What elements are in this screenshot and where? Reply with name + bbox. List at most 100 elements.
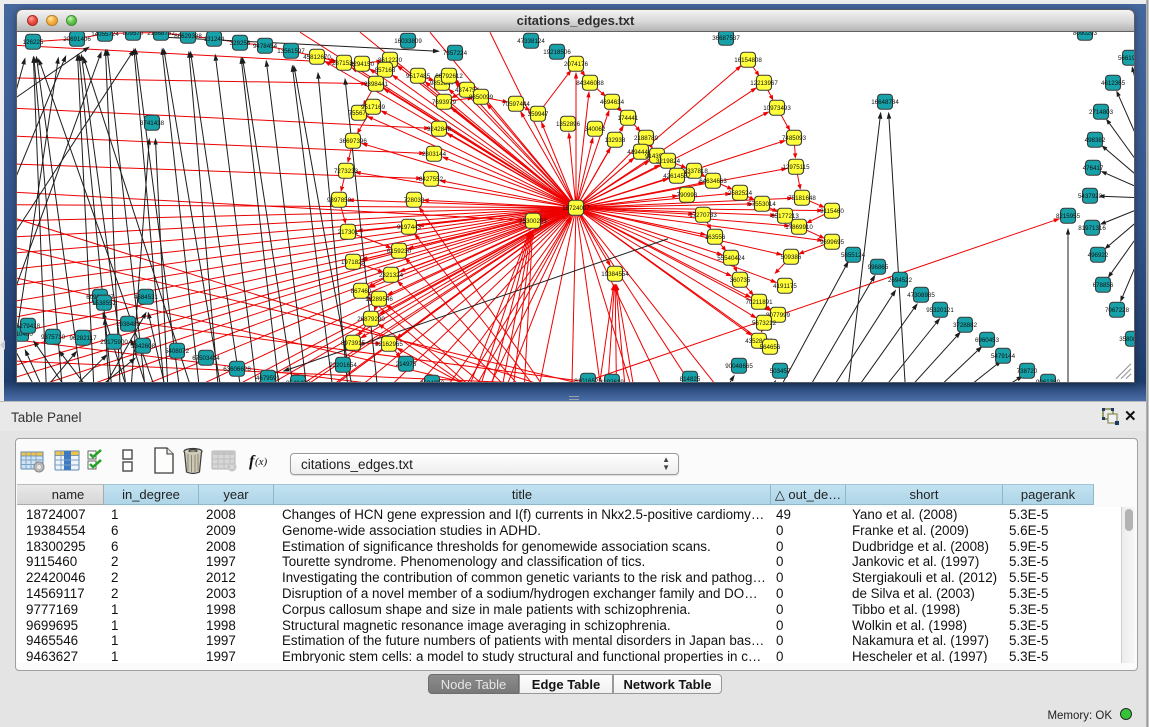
svg-text:6159230: 6159230 — [387, 247, 412, 254]
svg-text:8215955: 8215955 — [1056, 212, 1081, 219]
svg-text:9242848: 9242848 — [427, 125, 452, 132]
svg-text:21668732: 21668732 — [147, 32, 175, 37]
svg-text:5661907: 5661907 — [1118, 54, 1134, 61]
svg-text:340062: 340062 — [585, 125, 606, 132]
svg-text:7485093: 7485093 — [782, 134, 807, 141]
svg-text:9398441: 9398441 — [364, 80, 389, 87]
svg-text:55540424: 55540424 — [717, 254, 745, 261]
svg-text:2188789: 2188789 — [634, 134, 659, 141]
svg-text:131244: 131244 — [204, 35, 225, 42]
svg-text:3219824: 3219824 — [656, 157, 681, 164]
svg-text:678856: 678856 — [1093, 281, 1114, 288]
svg-text:5855124: 5855124 — [841, 251, 866, 258]
svg-text:4684531: 4684531 — [134, 293, 159, 300]
svg-text:329258: 329258 — [230, 39, 251, 46]
svg-text:42614537: 42614537 — [663, 172, 691, 179]
svg-text:9517485: 9517485 — [406, 72, 431, 79]
svg-text:3741438: 3741438 — [140, 119, 165, 126]
svg-text:9517169: 9517169 — [361, 103, 386, 110]
svg-text:1938483: 1938483 — [116, 320, 141, 327]
svg-text:564656: 564656 — [760, 343, 781, 350]
svg-text:9478454: 9478454 — [253, 42, 278, 49]
svg-text:12213967: 12213967 — [750, 79, 778, 86]
svg-text:9375710: 9375710 — [41, 333, 66, 340]
svg-text:5437923: 5437923 — [1078, 192, 1103, 199]
svg-text:32162965: 32162965 — [375, 340, 403, 347]
svg-text:9115460: 9115460 — [820, 207, 844, 214]
svg-text:25300203: 25300203 — [519, 217, 547, 224]
svg-text:2321324: 2321324 — [379, 271, 404, 278]
svg-text:4679591: 4679591 — [256, 374, 281, 381]
svg-text:360735: 360735 — [730, 276, 751, 283]
svg-text:1192619: 1192619 — [600, 378, 624, 382]
svg-text:217301: 217301 — [338, 228, 359, 235]
svg-text:4191175: 4191175 — [773, 282, 797, 289]
svg-text:126225: 126225 — [23, 38, 44, 45]
svg-text:132938: 132938 — [605, 136, 626, 143]
svg-text:2803144: 2803144 — [422, 150, 447, 157]
svg-text:996865: 996865 — [868, 263, 889, 270]
svg-text:70211891: 70211891 — [745, 298, 773, 305]
svg-text:476417: 476417 — [1083, 164, 1104, 171]
svg-text:81971316: 81971316 — [1078, 224, 1106, 231]
svg-text:496922: 496922 — [1088, 251, 1109, 258]
svg-text:64634663: 64634663 — [699, 177, 727, 184]
svg-text:9961380: 9961380 — [1036, 378, 1061, 382]
svg-text:67503414: 67503414 — [192, 354, 220, 361]
svg-text:174441: 174441 — [618, 114, 639, 121]
svg-text:8427552: 8427552 — [419, 175, 444, 182]
svg-text:17869910: 17869910 — [785, 223, 813, 230]
svg-text:6279418: 6279418 — [17, 322, 41, 329]
svg-text:35808537: 35808537 — [1119, 335, 1134, 342]
svg-text:4612365: 4612365 — [1101, 79, 1126, 86]
svg-text:7273233: 7273233 — [334, 167, 359, 174]
svg-text:9897858: 9897858 — [327, 196, 352, 203]
svg-text:498382: 498382 — [1085, 136, 1106, 143]
svg-text:19289546: 19289546 — [365, 295, 393, 302]
svg-text:90048665: 90048665 — [725, 362, 753, 369]
svg-text:6960453: 6960453 — [975, 336, 1000, 343]
svg-text:857168: 857168 — [375, 66, 396, 73]
svg-text:8090293: 8090293 — [1073, 32, 1098, 37]
svg-text:503457: 503457 — [770, 367, 791, 374]
svg-text:81016525: 81016525 — [574, 377, 602, 382]
svg-text:13561597: 13561597 — [277, 47, 305, 54]
svg-text:3342608: 3342608 — [131, 342, 156, 349]
svg-text:10973493: 10973493 — [763, 104, 791, 111]
svg-text:19218506: 19218506 — [543, 48, 571, 55]
svg-text:29175900: 29175900 — [100, 338, 128, 345]
svg-text:36687537: 36687537 — [712, 34, 740, 41]
svg-text:45812670: 45812670 — [303, 53, 331, 60]
svg-text:9197443: 9197443 — [397, 223, 422, 230]
svg-text:47308985: 47308985 — [907, 291, 935, 298]
svg-text:2694522: 2694522 — [888, 276, 913, 283]
svg-text:809570: 809570 — [123, 32, 144, 37]
svg-text:8973915: 8973915 — [341, 339, 366, 346]
svg-text:728038: 728038 — [404, 196, 425, 203]
svg-text:7693979: 7693979 — [432, 98, 457, 105]
svg-text:16154808: 16154808 — [734, 56, 762, 63]
svg-text:9699695: 9699695 — [820, 238, 845, 245]
svg-text:95320121: 95320121 — [926, 306, 954, 313]
svg-text:790993: 790993 — [677, 191, 698, 198]
svg-text:5408072: 5408072 — [165, 347, 190, 354]
svg-text:70597444: 70597444 — [502, 100, 530, 107]
svg-text:75181648: 75181648 — [788, 194, 816, 201]
svg-text:20691406: 20691406 — [63, 35, 91, 42]
svg-text:57553014: 57553014 — [748, 200, 776, 207]
svg-text:867460: 867460 — [351, 287, 372, 294]
svg-text:1971823: 1971823 — [341, 258, 366, 265]
svg-text:47338124: 47338124 — [517, 37, 545, 44]
svg-text:9548432: 9548432 — [286, 379, 311, 382]
svg-text:8294150: 8294150 — [350, 60, 375, 67]
svg-text:1352896: 1352896 — [556, 120, 581, 127]
svg-text:26879290: 26879290 — [357, 315, 385, 322]
svg-text:66792612: 66792612 — [435, 72, 463, 79]
svg-text:738720: 738720 — [1017, 367, 1038, 374]
svg-text:2582524: 2582524 — [728, 189, 753, 196]
svg-text:63606628: 63606628 — [223, 365, 251, 372]
svg-text:1538552: 1538552 — [92, 299, 117, 306]
svg-text:36697396: 36697396 — [339, 137, 367, 144]
svg-text:16033809: 16033809 — [394, 37, 422, 44]
svg-text:18724007: 18724007 — [562, 204, 590, 211]
